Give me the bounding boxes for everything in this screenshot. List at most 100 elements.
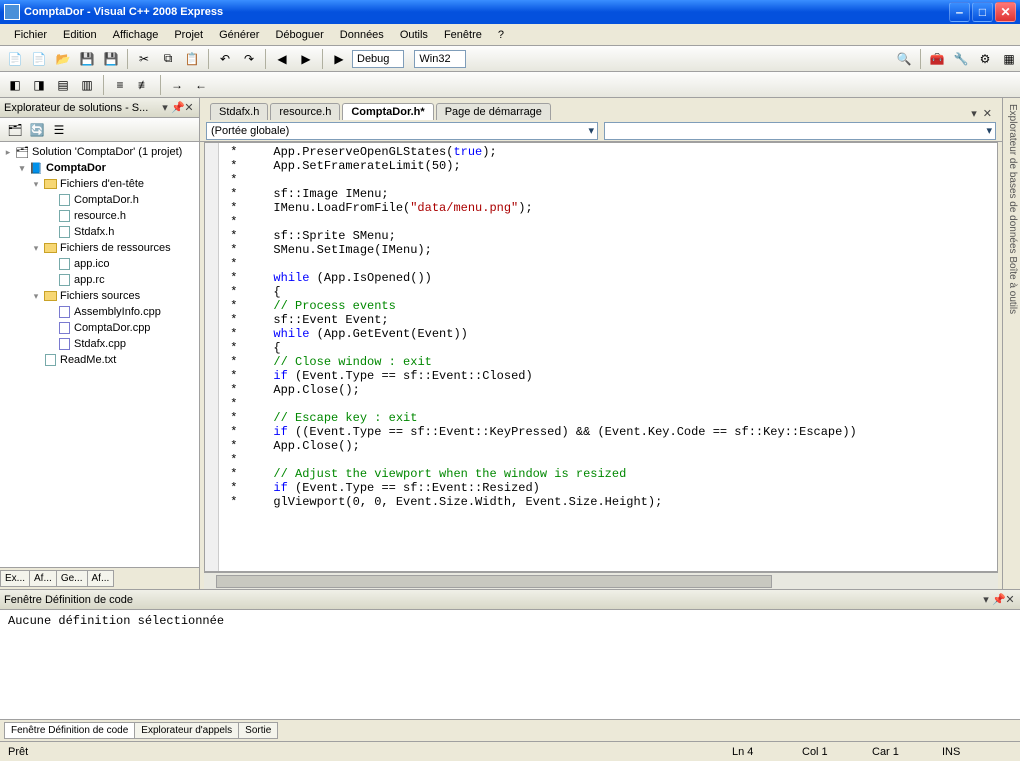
menubar: FichierEditionAffichageProjetGénérerDébo…: [0, 24, 1020, 46]
doc-tab[interactable]: Page de démarrage: [436, 103, 551, 120]
status-ln: Ln 4: [732, 746, 802, 758]
undo-button[interactable]: ↶: [214, 48, 236, 70]
obj-icon[interactable]: ⚙: [974, 48, 996, 70]
scope-combo[interactable]: (Portée globale): [206, 122, 598, 140]
tab-dropdown-icon[interactable]: ▾: [971, 107, 977, 120]
titlebar: ComptaDor - Visual C++ 2008 Express ‒ □ …: [0, 0, 1020, 24]
status-car: Car 1: [872, 746, 942, 758]
defpane-close-icon[interactable]: ✕: [1004, 593, 1016, 606]
open-button[interactable]: 📂: [52, 48, 74, 70]
code-area[interactable]: * App.PreserveOpenGLStates(true); * App.…: [219, 143, 997, 571]
doc-tab[interactable]: ComptaDor.h*: [342, 103, 433, 120]
config-combo[interactable]: Debug: [352, 50, 404, 68]
status-ins: INS: [942, 746, 1012, 758]
menu-?[interactable]: ?: [490, 27, 512, 43]
tree-node[interactable]: ComptaDor.cpp: [2, 320, 197, 336]
save-button[interactable]: 💾: [76, 48, 98, 70]
tree-node[interactable]: ▸🗂Solution 'ComptaDor' (1 projet): [2, 144, 197, 160]
menu-fichier[interactable]: Fichier: [6, 27, 55, 43]
menu-données[interactable]: Données: [332, 27, 392, 43]
menu-générer[interactable]: Générer: [211, 27, 267, 43]
pin-icon[interactable]: 📌: [171, 101, 183, 114]
t2-btn1[interactable]: ◧: [4, 74, 26, 96]
toolbar-secondary: ◧ ◨ ▤ ▥ ≡ ≢ → ←: [0, 72, 1020, 98]
paste-button[interactable]: 📋: [181, 48, 203, 70]
se-tool1[interactable]: 🗂: [4, 119, 26, 141]
definition-content: Aucune définition sélectionnée: [0, 610, 1020, 719]
pane-close-icon[interactable]: ✕: [183, 101, 195, 114]
defpane-dropdown-icon[interactable]: ▾: [980, 593, 992, 606]
save-all-button[interactable]: 💾: [100, 48, 122, 70]
maximize-button[interactable]: □: [972, 2, 993, 22]
tree-node[interactable]: AssemblyInfo.cpp: [2, 304, 197, 320]
scope-bar: (Portée globale): [200, 120, 1002, 142]
menu-outils[interactable]: Outils: [392, 27, 436, 43]
window-buttons: ‒ □ ✕: [949, 2, 1016, 22]
t2-uncomment[interactable]: ≢: [133, 74, 155, 96]
menu-fenêtre[interactable]: Fenêtre: [436, 27, 490, 43]
t2-btn4[interactable]: ▥: [76, 74, 98, 96]
editor-hscroll[interactable]: [204, 572, 998, 589]
bottom-tab[interactable]: Explorateur d'appels: [134, 722, 239, 739]
window-title: ComptaDor - Visual C++ 2008 Express: [24, 6, 949, 18]
menu-edition[interactable]: Edition: [55, 27, 105, 43]
solution-tree[interactable]: ▸🗂Solution 'ComptaDor' (1 projet)▾📘Compt…: [0, 142, 199, 567]
tree-node[interactable]: ▾Fichiers sources: [2, 288, 197, 304]
statusbar: Prêt Ln 4 Col 1 Car 1 INS: [0, 741, 1020, 761]
tab-close-icon[interactable]: ✕: [983, 107, 992, 120]
copy-button[interactable]: ⧉: [157, 48, 179, 70]
se-tool2[interactable]: 🔄: [26, 119, 48, 141]
minimize-button[interactable]: ‒: [949, 2, 970, 22]
code-editor[interactable]: * App.PreserveOpenGLStates(true); * App.…: [204, 142, 998, 572]
bottom-tab[interactable]: Sortie: [238, 722, 278, 739]
sidebar-tab[interactable]: Af...: [87, 570, 115, 587]
new-project-button[interactable]: 📄: [4, 48, 26, 70]
bottom-tabs: Fenêtre Définition de codeExplorateur d'…: [0, 719, 1020, 741]
tree-node[interactable]: Stdafx.cpp: [2, 336, 197, 352]
nav-back-button[interactable]: ◀: [271, 48, 293, 70]
tree-node[interactable]: ▾📘ComptaDor: [2, 160, 197, 176]
toolbox-icon[interactable]: 🧰: [926, 48, 948, 70]
pane-dropdown-icon[interactable]: ▾: [159, 101, 171, 114]
tree-node[interactable]: ComptaDor.h: [2, 192, 197, 208]
t2-outdent[interactable]: ←: [190, 74, 212, 96]
bottom-tab[interactable]: Fenêtre Définition de code: [4, 722, 135, 739]
member-combo[interactable]: [604, 122, 996, 140]
menu-affichage[interactable]: Affichage: [105, 27, 167, 43]
t2-btn3[interactable]: ▤: [52, 74, 74, 96]
tree-node[interactable]: ▾Fichiers d'en-tête: [2, 176, 197, 192]
start-debug-button[interactable]: ▶: [328, 48, 350, 70]
toolbar-main: 📄 📄 📂 💾 💾 ✂ ⧉ 📋 ↶ ↷ ◀ ▶ ▶ Debug Win32 🔍 …: [0, 46, 1020, 72]
defpane-pin-icon[interactable]: 📌: [992, 593, 1004, 606]
sidebar-tab[interactable]: Ex...: [0, 570, 30, 587]
doc-tab[interactable]: Stdafx.h: [210, 103, 268, 120]
sidebar-tab[interactable]: Ge...: [56, 570, 88, 587]
menu-projet[interactable]: Projet: [166, 27, 211, 43]
main-row: Explorateur de solutions - S... ▾ 📌 ✕ 🗂 …: [0, 98, 1020, 589]
find-button[interactable]: 🔍: [893, 48, 915, 70]
tree-node[interactable]: Stdafx.h: [2, 224, 197, 240]
sidebar-tab[interactable]: Af...: [29, 570, 57, 587]
tree-node[interactable]: app.ico: [2, 256, 197, 272]
t2-btn2[interactable]: ◨: [28, 74, 50, 96]
cut-button[interactable]: ✂: [133, 48, 155, 70]
nav-fwd-button[interactable]: ▶: [295, 48, 317, 70]
redo-button[interactable]: ↷: [238, 48, 260, 70]
new-file-button[interactable]: 📄: [28, 48, 50, 70]
platform-combo[interactable]: Win32: [414, 50, 465, 68]
se-tool3[interactable]: ☰: [48, 119, 70, 141]
right-tool-rail[interactable]: Explorateur de bases de données Boîte à …: [1002, 98, 1020, 589]
win-icon[interactable]: ▦: [998, 48, 1020, 70]
tree-node[interactable]: resource.h: [2, 208, 197, 224]
props-icon[interactable]: 🔧: [950, 48, 972, 70]
sidebar-bottom-tabs: Ex...Af...Ge...Af...: [0, 567, 199, 589]
status-col: Col 1: [802, 746, 872, 758]
t2-indent[interactable]: →: [166, 74, 188, 96]
tree-node[interactable]: app.rc: [2, 272, 197, 288]
tree-node[interactable]: ▾Fichiers de ressources: [2, 240, 197, 256]
tree-node[interactable]: ReadMe.txt: [2, 352, 197, 368]
menu-déboguer[interactable]: Déboguer: [267, 27, 331, 43]
doc-tab[interactable]: resource.h: [270, 103, 340, 120]
t2-comment[interactable]: ≡: [109, 74, 131, 96]
close-button[interactable]: ✕: [995, 2, 1016, 22]
